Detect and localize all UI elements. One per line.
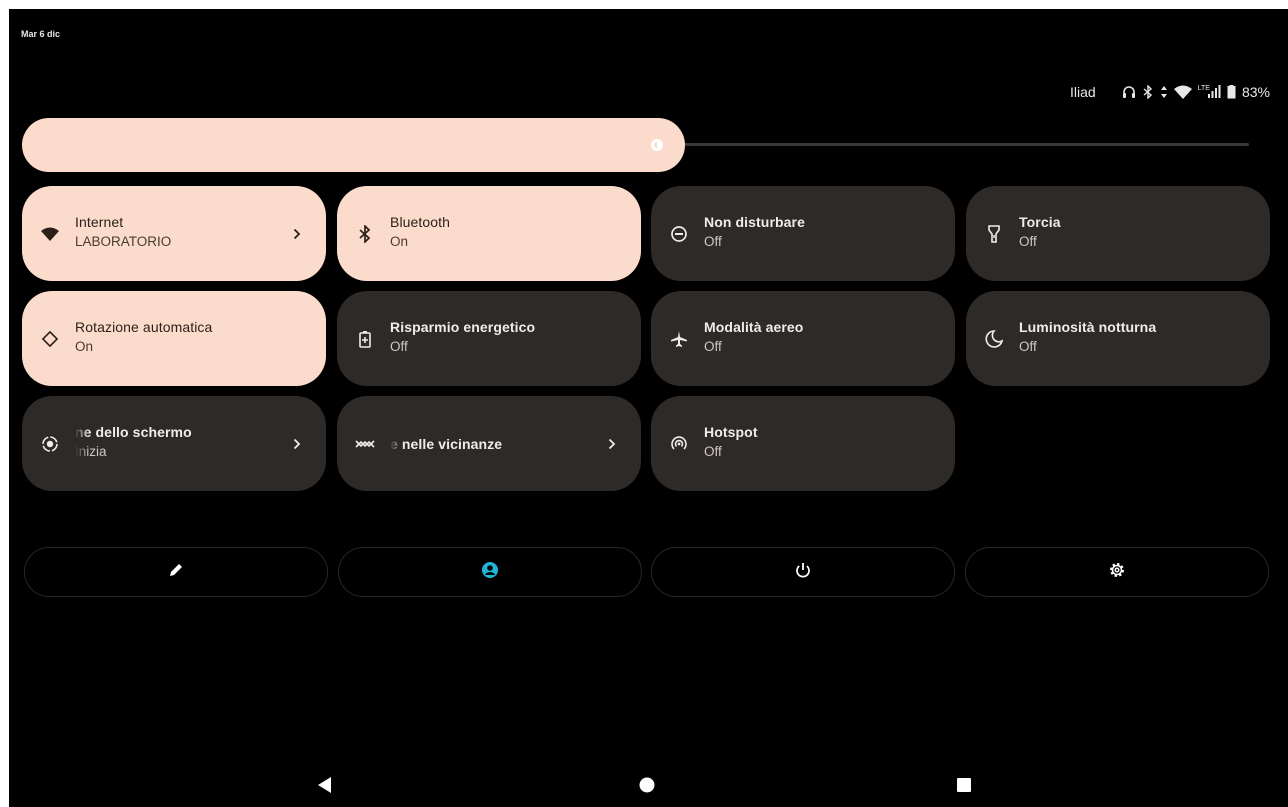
bluetooth-icon — [1142, 85, 1154, 99]
tile-state: Off — [1019, 234, 1037, 249]
tile-do-not-disturb[interactable]: Non disturbare Off — [651, 186, 955, 281]
chevron-right-icon — [605, 434, 619, 454]
headphones-icon — [1122, 85, 1136, 99]
nearby-share-icon — [355, 434, 375, 454]
wifi-icon — [40, 224, 60, 244]
tile-battery-saver[interactable]: Risparmio energetico Off — [337, 291, 641, 386]
tile-label: Non disturbare — [704, 214, 805, 230]
tile-state: LABORATORIO — [75, 234, 172, 249]
tile-label: Bluetooth — [390, 214, 451, 230]
carrier-name: Iliad — [1069, 84, 1096, 100]
power-icon — [795, 562, 811, 583]
tile-label: Torcia — [1019, 214, 1061, 230]
network-type: LTE — [1197, 84, 1210, 92]
signal-icon: LTE — [1198, 85, 1221, 99]
tile-bluetooth[interactable]: Bluetooth On — [337, 186, 641, 281]
status-date: Mar 6 dic — [21, 29, 61, 39]
tile-state: Off — [1019, 339, 1037, 354]
edit-icon — [168, 562, 184, 583]
settings-icon — [1108, 561, 1126, 584]
auto-rotate-icon — [40, 329, 60, 349]
user-icon — [481, 561, 499, 584]
tile-state: Off — [704, 234, 722, 249]
power-button[interactable] — [651, 547, 955, 597]
tile-screen-record[interactable]: ne dello schermo Inizia — [22, 396, 326, 491]
tile-state: Inizia — [75, 444, 107, 459]
tile-state: Off — [390, 339, 408, 354]
tile-auto-rotate[interactable]: Rotazione automatica On — [22, 291, 326, 386]
back-icon — [318, 776, 332, 798]
wifi-icon — [1173, 85, 1192, 99]
tile-label: Luminosità notturna — [1019, 319, 1157, 335]
chevron-right-icon — [290, 434, 304, 454]
tile-airplane-mode[interactable]: Modalità aereo Off — [651, 291, 955, 386]
tile-hotspot[interactable]: Hotspot Off — [651, 396, 955, 491]
airplane-icon — [669, 329, 689, 349]
battery-icon — [1227, 85, 1236, 99]
home-button[interactable] — [637, 777, 657, 797]
user-button[interactable] — [338, 547, 642, 597]
brightness-icon — [646, 134, 668, 156]
do-not-disturb-icon — [669, 224, 689, 244]
screen-record-icon — [40, 434, 60, 454]
tile-flashlight[interactable]: Torcia Off — [966, 186, 1270, 281]
quick-settings-panel: Mar 6 dic Iliad LTE 83% Internet LABORAT… — [9, 9, 1288, 807]
recents-button[interactable] — [954, 777, 974, 797]
tile-label: ne dello schermo — [75, 424, 192, 440]
home-icon — [639, 777, 655, 798]
brightness-track[interactable] — [684, 143, 1249, 146]
brightness-slider[interactable] — [22, 118, 685, 172]
tile-label: e nelle vicinanze — [390, 436, 503, 452]
settings-button[interactable] — [965, 547, 1269, 597]
back-button[interactable] — [315, 776, 335, 798]
data-arrows-icon — [1160, 85, 1168, 99]
battery-percent: 83% — [1241, 84, 1270, 100]
tile-state: On — [390, 234, 409, 249]
tile-nearby-share[interactable]: e nelle vicinanze — [337, 396, 641, 491]
tile-internet[interactable]: Internet LABORATORIO — [22, 186, 326, 281]
hotspot-icon — [669, 434, 689, 454]
tile-state: On — [75, 339, 94, 354]
bluetooth-icon — [355, 224, 375, 244]
tile-label: Rotazione automatica — [75, 319, 213, 335]
tile-night-light[interactable]: Luminosità notturna Off — [966, 291, 1270, 386]
recents-icon — [956, 777, 972, 798]
edit-button[interactable] — [24, 547, 328, 597]
tile-state: Off — [704, 444, 722, 459]
tile-label: Risparmio energetico — [390, 319, 536, 335]
tile-label: Internet — [75, 214, 124, 230]
battery-saver-icon — [355, 329, 375, 349]
flashlight-icon — [984, 224, 1004, 244]
tile-label: Modalità aereo — [704, 319, 804, 335]
tile-state: Off — [704, 339, 722, 354]
night-light-icon — [984, 329, 1004, 349]
chevron-right-icon — [290, 224, 304, 244]
tile-label: Hotspot — [704, 424, 758, 440]
status-bar: Iliad LTE 83% — [1070, 82, 1270, 102]
